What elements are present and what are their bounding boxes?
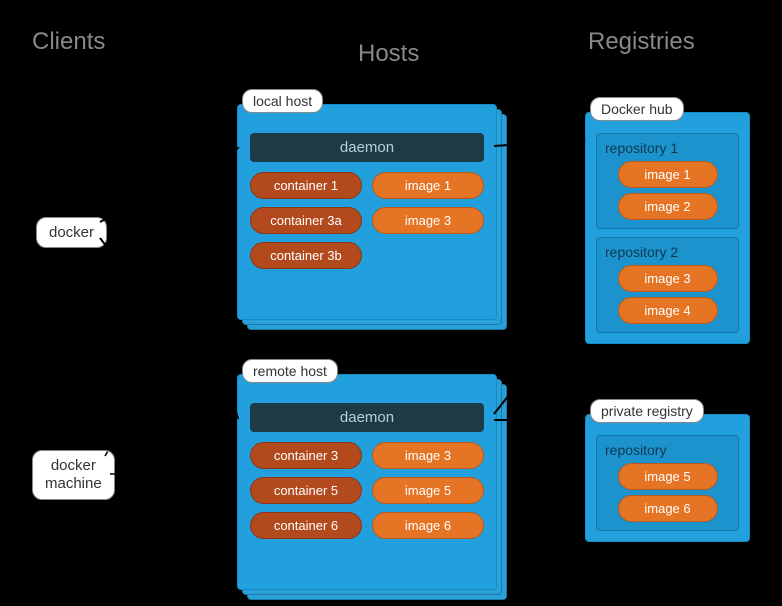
local-host-stack: local host daemon container 1 image 1 co… — [237, 104, 497, 320]
arrow-remote-to-repo2 — [494, 300, 584, 414]
container-pill: container 3 — [250, 442, 362, 469]
image-pill: image 6 — [372, 512, 484, 539]
repo-title: repository — [605, 442, 730, 458]
repo-title: repository 1 — [605, 140, 730, 156]
image-pill: image 5 — [618, 463, 718, 490]
private-registry-label: private registry — [590, 399, 704, 423]
container-pill: container 1 — [250, 172, 362, 199]
local-host-grid: container 1 image 1 container 3a image 3… — [250, 172, 484, 269]
registries-title: Registries — [588, 28, 695, 56]
clients-title: Clients — [32, 28, 105, 56]
arrow-machine-to-local — [105, 244, 230, 456]
container-pill: container 3a — [250, 207, 362, 234]
local-host-label: local host — [242, 89, 323, 113]
docker-hub-registry: Docker hub repository 1 image 1 image 2 … — [585, 112, 750, 344]
local-host-panel: local host daemon container 1 image 1 co… — [237, 104, 497, 320]
hosts-title: Hosts — [358, 40, 419, 68]
remote-host-label: remote host — [242, 359, 338, 383]
local-daemon-bar: daemon — [250, 133, 484, 162]
remote-daemon-bar: daemon — [250, 403, 484, 432]
repo-title: repository 2 — [605, 244, 730, 260]
client-docker: docker — [36, 217, 107, 248]
docker-hub-label: Docker hub — [590, 97, 684, 121]
client-docker-machine: docker machine — [32, 450, 115, 500]
arrow-docker-to-remote — [100, 238, 238, 418]
image-pill: image 2 — [618, 193, 718, 220]
remote-host-stack: remote host daemon container 3 image 3 c… — [237, 374, 497, 590]
container-pill: container 3b — [250, 242, 362, 269]
repo-box: repository 1 image 1 image 2 — [596, 133, 739, 229]
remote-host-grid: container 3 image 3 container 5 image 5 … — [250, 442, 484, 539]
remote-host-panel: remote host daemon container 3 image 3 c… — [237, 374, 497, 590]
image-pill: image 3 — [618, 265, 718, 292]
container-pill: container 5 — [250, 477, 362, 504]
arrow-local-to-repo1 — [494, 140, 584, 146]
repo-box: repository image 5 image 6 — [596, 435, 739, 531]
image-pill: image 3 — [372, 442, 484, 469]
image-pill: image 5 — [372, 477, 484, 504]
image-pill: image 1 — [372, 172, 484, 199]
repo-box: repository 2 image 3 image 4 — [596, 237, 739, 333]
image-pill: image 1 — [618, 161, 718, 188]
image-pill: image 6 — [618, 495, 718, 522]
image-pill: image 3 — [372, 207, 484, 234]
client-docker-label: docker — [49, 224, 94, 241]
container-pill: container 6 — [250, 512, 362, 539]
client-docker-machine-label: docker machine — [45, 457, 102, 492]
diagram-canvas: Clients Hosts Registries docker docker m… — [0, 0, 782, 606]
private-registry: private registry repository image 5 imag… — [585, 414, 750, 542]
image-pill: image 4 — [618, 297, 718, 324]
arrow-docker-to-local — [100, 148, 238, 222]
